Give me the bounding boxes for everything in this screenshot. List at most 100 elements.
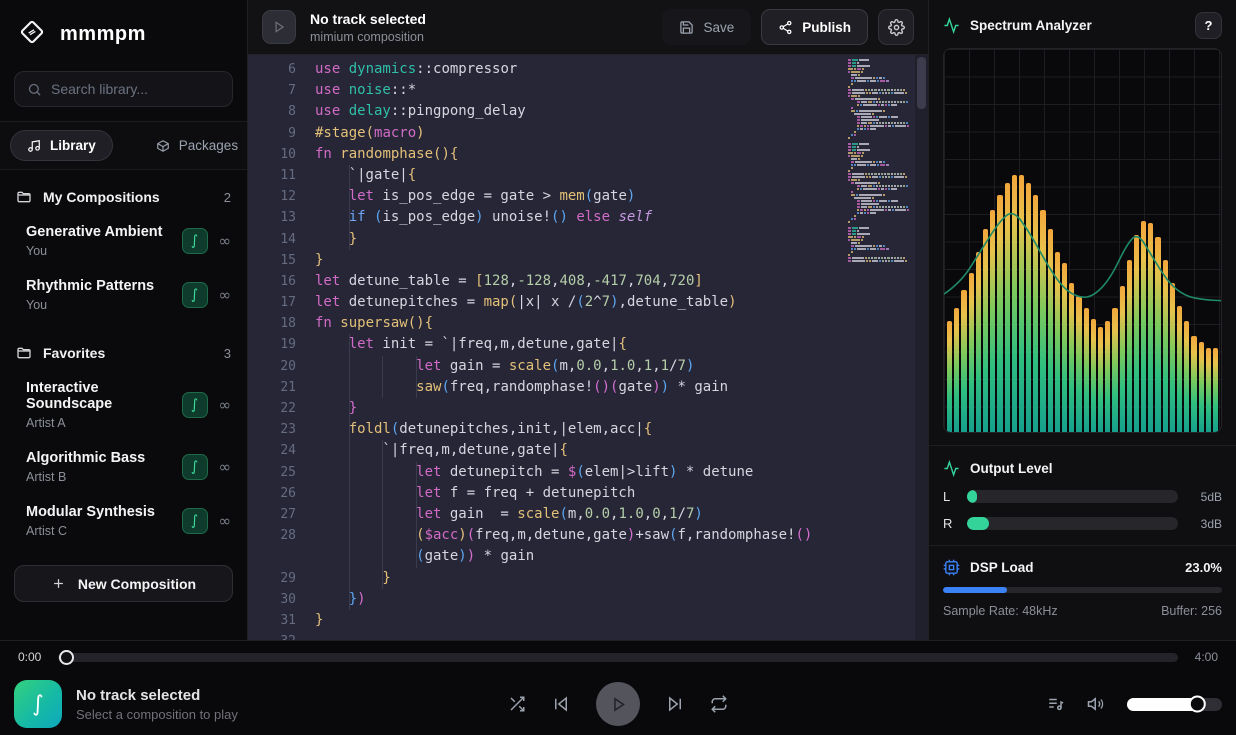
composition-item[interactable]: Interactive SoundscapeArtist A∫∞ (0, 370, 247, 440)
player-controls-row: ∫ No track selected Select a composition… (0, 673, 1236, 735)
line-number: 20 (248, 356, 296, 377)
code-line: 31} (248, 610, 900, 631)
line-number: 11 (248, 165, 296, 186)
share-icon (778, 20, 793, 35)
tab-library-label: Library (50, 138, 96, 153)
next-track-button[interactable] (666, 695, 684, 713)
editor-minimap[interactable] (848, 59, 912, 263)
composition-item[interactable]: Modular SynthesisArtist C∫∞ (0, 494, 247, 548)
code-line: 32 (248, 631, 900, 640)
indent-guide (416, 504, 417, 525)
indent-guide (382, 525, 383, 546)
line-number: 16 (248, 271, 296, 292)
queue-button[interactable] (1047, 695, 1065, 713)
editor-scrollbar[interactable] (915, 55, 928, 640)
indent-guide (349, 186, 350, 207)
section-title: Favorites (43, 345, 105, 361)
sidebar: mmmpm Library Packages My Compositions2G… (0, 0, 248, 640)
indent-guide (382, 546, 383, 567)
previous-track-button[interactable] (552, 695, 570, 713)
spectrum-chart (943, 48, 1222, 433)
line-number: 26 (248, 483, 296, 504)
repeat-icon (710, 695, 728, 713)
search-input[interactable] (51, 81, 220, 97)
sidebar-sections: My Compositions2Generative AmbientYou∫∞R… (0, 170, 247, 565)
code-line: 8use delay::pingpong_delay (248, 101, 900, 122)
mimium-badge-icon: ∫ (182, 392, 208, 418)
sample-rate: Sample Rate: 48kHz (943, 604, 1058, 618)
activity-icon (943, 17, 960, 34)
save-label: Save (703, 20, 734, 35)
code-line: 13if (is_pos_edge) unoise!() else self (248, 207, 900, 228)
package-icon (156, 139, 170, 153)
code-line: 26let f = freq + detunepitch (248, 483, 900, 504)
code-line: 28($acc)(freq,m,detune,gate)+saw(f,rando… (248, 525, 900, 546)
folder-icon (16, 189, 32, 205)
code-line: 22} (248, 398, 900, 419)
seek-slider[interactable] (58, 650, 1178, 665)
indent-guide (349, 398, 350, 419)
seek-handle[interactable] (59, 650, 74, 665)
code-line: 14} (248, 229, 900, 250)
spectrum-title: Spectrum Analyzer (970, 18, 1092, 33)
composition-title: Algorithmic Bass (26, 450, 182, 466)
indent-guide (382, 483, 383, 504)
main-area: No track selected mimium composition Sav… (248, 0, 928, 640)
composition-item[interactable]: Generative AmbientYou∫∞ (0, 214, 247, 268)
level-meter-row: L5dB (943, 489, 1222, 504)
settings-button[interactable] (878, 9, 914, 45)
indent-guide (349, 229, 350, 250)
dsp-section: DSP Load 23.0% Sample Rate: 48kHz Buffer… (929, 546, 1236, 640)
composition-info: Rhythmic PatternsYou (26, 278, 182, 312)
header-track-info: No track selected mimium composition (310, 11, 426, 44)
volume-button[interactable] (1087, 695, 1105, 713)
seek-track[interactable] (58, 653, 1178, 662)
code-line: 18fn supersaw(){ (248, 313, 900, 334)
publish-button[interactable]: Publish (761, 9, 868, 45)
indent-guide (349, 419, 350, 440)
tab-library[interactable]: Library (10, 130, 113, 161)
indent-guide (349, 504, 350, 525)
shuffle-button[interactable] (508, 695, 526, 713)
now-playing-tile[interactable]: ∫ (14, 680, 62, 728)
skip-back-icon (552, 695, 570, 713)
output-level-title: Output Level (970, 461, 1053, 476)
code-line: (gate)) * gain (248, 546, 900, 567)
save-button[interactable]: Save (662, 9, 751, 45)
meter-track (967, 490, 1178, 503)
composition-artist: Artist C (26, 524, 182, 538)
code-line: 11`|gate|{ (248, 165, 900, 186)
composition-artist: You (26, 298, 182, 312)
meter-fill (967, 490, 977, 503)
composition-item[interactable]: Algorithmic BassArtist B∫∞ (0, 440, 247, 494)
help-button[interactable]: ? (1195, 12, 1222, 39)
volume-slider[interactable] (1127, 698, 1222, 711)
volume-handle[interactable] (1189, 696, 1206, 713)
app-title: mmmpm (60, 23, 146, 46)
repeat-button[interactable] (710, 695, 728, 713)
indent-guide (382, 568, 383, 589)
line-number: 9 (248, 123, 296, 144)
track-title: No track selected (310, 11, 426, 27)
infinity-icon: ∞ (219, 458, 232, 476)
line-number: 23 (248, 419, 296, 440)
line-number: 6 (248, 59, 296, 80)
indent-guide (349, 165, 350, 186)
tab-packages[interactable]: Packages (139, 130, 248, 161)
code-line: 24`|freq,m,detune,gate|{ (248, 440, 900, 461)
composition-info: Generative AmbientYou (26, 224, 182, 258)
new-composition-label: New Composition (78, 576, 196, 592)
cpu-icon (943, 559, 960, 576)
line-number: 27 (248, 504, 296, 525)
new-composition-button[interactable]: New Composition (14, 565, 233, 602)
line-number (248, 546, 296, 567)
buffer-size: Buffer: 256 (1161, 604, 1222, 618)
code-line: 20let gain = scale(m,0.0,1.0,1,1/7) (248, 356, 900, 377)
section-title: My Compositions (43, 189, 160, 205)
play-button[interactable] (596, 682, 640, 726)
composition-item[interactable]: Rhythmic PatternsYou∫∞ (0, 268, 247, 322)
editor-scrollbar-thumb[interactable] (917, 57, 926, 109)
header-play-button[interactable] (262, 10, 296, 44)
code-editor[interactable]: 6use dynamics::compressor7use noise::*8u… (248, 55, 928, 640)
code-line: 21saw(freq,randomphase!()(gate)) * gain (248, 377, 900, 398)
